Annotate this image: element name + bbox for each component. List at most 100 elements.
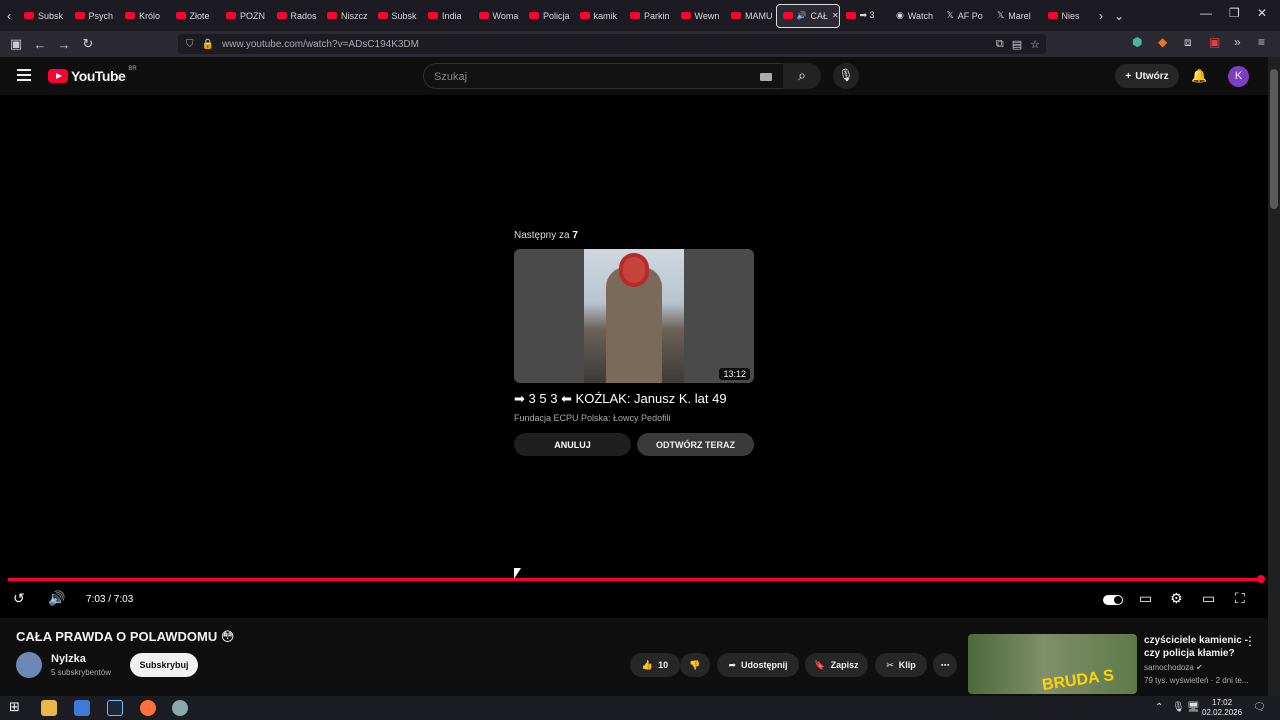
browser-tab[interactable]: Nies xyxy=(1042,4,1093,28)
extensions-icon[interactable]: ⧈ xyxy=(1184,35,1192,50)
browser-tab[interactable]: Rados xyxy=(271,4,322,28)
network-icon[interactable]: 🖥 xyxy=(1187,702,1200,713)
bookmark-star-icon[interactable]: ☆ xyxy=(1030,38,1040,51)
browser-tab[interactable]: ◉ Watch xyxy=(890,4,941,28)
reader-view-icon[interactable]: ▤ xyxy=(1012,38,1022,51)
time-display: 7:03 / 7:03 xyxy=(86,594,134,605)
share-button[interactable]: ➦ Udostępnij xyxy=(717,653,799,677)
extension-shield-icon[interactable]: ⬢ xyxy=(1132,35,1142,49)
notifications-bell-icon[interactable]: 🔔 xyxy=(1191,68,1207,84)
firefox-icon[interactable] xyxy=(140,700,156,716)
channel-name[interactable]: Nylzka xyxy=(51,653,86,665)
browser-tab[interactable]: Woma xyxy=(473,4,524,28)
share-label: Udostępnij xyxy=(741,660,788,670)
tray-chevron-icon[interactable]: ⌃ xyxy=(1155,702,1163,713)
scrollbar-thumb[interactable] xyxy=(1270,69,1278,209)
back-icon[interactable]: ← xyxy=(28,37,52,52)
url-text: www.youtube.com/watch?v=ADsC194K3DM xyxy=(221,38,419,50)
next-video-thumbnail[interactable]: 13:12 xyxy=(514,249,754,383)
page-scrollbar[interactable] xyxy=(1268,57,1280,698)
hamburger-menu-icon[interactable] xyxy=(17,69,31,84)
browser-tab[interactable]: 🔊 CAŁ ✕ xyxy=(775,3,840,28)
video-player[interactable]: Następny za 7 13:12 ➡ 3 5 3 ⬅ KOŹLAK: Ja… xyxy=(0,95,1268,618)
volume-icon[interactable]: 🔊 xyxy=(48,590,65,607)
browser-tab[interactable]: Wewn xyxy=(675,4,726,28)
forward-icon[interactable]: → xyxy=(52,37,76,52)
tab-list-chevron-icon[interactable]: ⌄ xyxy=(1110,9,1128,23)
recommended-channel-name: samochodoza xyxy=(1144,663,1194,672)
like-button[interactable]: 👍 10 xyxy=(630,653,680,677)
thumbs-down-icon: 👎 xyxy=(689,659,701,670)
youtube-logo[interactable]: YouTube BR xyxy=(48,66,137,84)
keyboard-icon[interactable] xyxy=(760,73,772,81)
microphone-tray-icon[interactable]: 🎙 xyxy=(1172,702,1185,713)
next-video-title[interactable]: ➡ 3 5 3 ⬅ KOŹLAK: Janusz K. lat 49 xyxy=(514,391,754,407)
cancel-autoplay-button[interactable]: ANULUJ xyxy=(514,433,631,456)
browser-tab[interactable]: MAMU xyxy=(725,4,776,28)
picture-in-picture-icon[interactable]: ⧉ xyxy=(996,38,1004,51)
close-window-icon[interactable]: ✕ xyxy=(1257,6,1267,20)
overflow-menu-icon[interactable]: » xyxy=(1234,35,1241,49)
tab-manager-icon[interactable]: ▣ xyxy=(4,36,28,52)
recommended-thumbnail[interactable]: BRUDA S xyxy=(968,634,1137,694)
url-field[interactable]: ⛉ 🔒 www.youtube.com/watch?v=ADsC194K3DM … xyxy=(178,34,1046,54)
extension-fox-icon[interactable]: ◆ xyxy=(1158,35,1167,49)
reload-icon[interactable]: ↻ xyxy=(76,36,100,52)
browser-tab[interactable]: 𝕏 Marel xyxy=(991,4,1042,28)
save-button[interactable]: 🔖 Zapisz xyxy=(805,653,868,677)
browser-tab[interactable]: kamik xyxy=(574,4,625,28)
browser-tab[interactable]: Subsk xyxy=(18,4,69,28)
browser-tab[interactable]: Królo xyxy=(119,4,170,28)
voice-search-button[interactable]: 🎙 xyxy=(833,63,859,89)
file-explorer-icon[interactable] xyxy=(41,700,57,716)
progress-bar[interactable] xyxy=(8,578,1261,581)
shield-icon[interactable]: ⛉ xyxy=(186,39,194,50)
fullscreen-icon[interactable]: ⛶ xyxy=(1235,590,1245,607)
autoplay-toggle[interactable] xyxy=(1103,595,1123,605)
browser-tab[interactable]: Psych xyxy=(69,4,120,28)
app-menu-icon[interactable]: ≡ xyxy=(1258,35,1265,49)
restore-icon[interactable]: ❐ xyxy=(1229,6,1240,20)
search-button[interactable]: ⌕ xyxy=(783,63,821,89)
more-actions-button[interactable]: ⋯ xyxy=(933,653,957,677)
replay-icon[interactable]: ↺ xyxy=(13,590,25,607)
windows-start-icon[interactable]: ⊞ xyxy=(9,699,25,715)
browser-tab[interactable]: Złote xyxy=(170,4,221,28)
subscribe-button[interactable]: Subskrybuj xyxy=(130,653,198,677)
create-button[interactable]: + Utwórz xyxy=(1115,64,1179,88)
tabs-scroll-right-icon[interactable]: › xyxy=(1092,9,1110,23)
more-vertical-icon[interactable]: ⋮ xyxy=(1244,634,1256,648)
notifications-icon[interactable]: 🗨 xyxy=(1253,702,1266,713)
search-input[interactable]: Szukaj xyxy=(423,63,787,89)
clip-label: Klip xyxy=(898,660,916,670)
system-clock[interactable]: 17:02 02.02.2026 xyxy=(1202,698,1242,718)
close-tab-icon[interactable]: ✕ xyxy=(832,11,839,20)
settings-gear-icon[interactable]: ⚙ xyxy=(1170,590,1183,607)
browser-tab[interactable]: POZN xyxy=(220,4,271,28)
browser-tab[interactable]: Policja xyxy=(523,4,574,28)
browser-tab[interactable]: Subsk xyxy=(372,4,423,28)
subtitles-icon[interactable]: ▭ xyxy=(1139,590,1152,607)
play-now-button[interactable]: ODTWÓRZ TERAZ xyxy=(637,433,754,456)
extension-badge-icon[interactable]: ▣ xyxy=(1209,35,1220,49)
app-icon[interactable] xyxy=(172,700,188,716)
player-controls: ↺ 🔊 7:03 / 7:03 ▭ ⚙ ▭ ⛶ xyxy=(0,587,1268,611)
user-avatar[interactable]: K xyxy=(1228,66,1249,87)
minimize-icon[interactable]: — xyxy=(1200,6,1212,20)
lock-icon[interactable]: 🔒 xyxy=(202,39,214,50)
steam-icon[interactable] xyxy=(107,700,123,716)
browser-tab[interactable]: ➡ 3 xyxy=(840,4,891,28)
browser-tab[interactable]: Niszcz xyxy=(321,4,372,28)
audio-playing-icon[interactable]: 🔊 xyxy=(797,11,807,20)
browser-tab[interactable]: 𝕏 AF Po xyxy=(941,4,992,28)
browser-tab[interactable]: Parkin xyxy=(624,4,675,28)
browser-tab[interactable]: India xyxy=(422,4,473,28)
channel-avatar[interactable] xyxy=(16,652,42,678)
theater-mode-icon[interactable]: ▭ xyxy=(1202,590,1215,607)
clip-button[interactable]: ✂ Klip xyxy=(875,653,927,677)
scrubber-handle[interactable] xyxy=(1257,575,1265,583)
dislike-button[interactable]: 👎 xyxy=(680,653,710,677)
computer-icon[interactable] xyxy=(74,700,90,716)
youtube-icon xyxy=(579,12,590,19)
tabs-scroll-left-icon[interactable]: ‹ xyxy=(0,9,18,23)
